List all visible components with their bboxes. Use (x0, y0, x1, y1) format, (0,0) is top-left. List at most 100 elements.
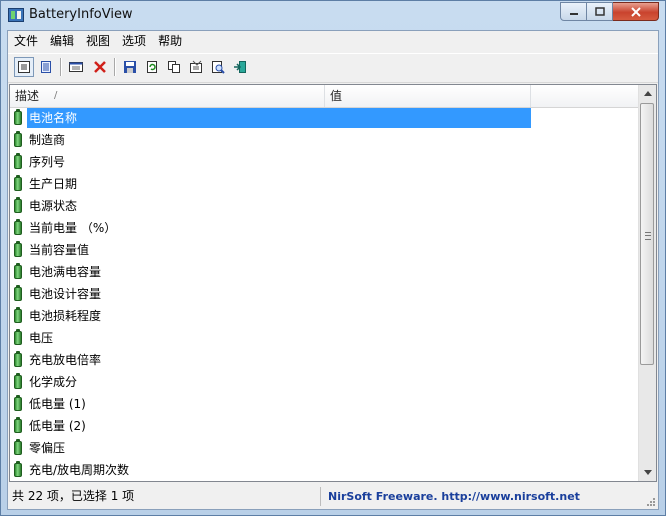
scroll-down-button[interactable] (639, 464, 656, 481)
exit-button[interactable] (230, 57, 250, 77)
html-report-button[interactable] (14, 57, 34, 77)
find-button[interactable] (208, 57, 228, 77)
chevron-up-icon (643, 91, 652, 96)
list-item[interactable]: 低电量 (1) (10, 394, 641, 416)
toolbar (8, 53, 658, 83)
app-window: BatteryInfoView 文件 编辑 视图 选项 帮助 描述 / 值 电池… (0, 0, 666, 516)
list-item[interactable]: 电池名称 (10, 108, 641, 130)
battery-icon (14, 439, 22, 455)
list-item-label: 电压 (29, 331, 54, 345)
save-disk-icon (124, 61, 136, 73)
grip-icon (645, 232, 651, 240)
battery-icon (14, 197, 22, 213)
list-item[interactable]: 当前容量值 (10, 240, 641, 262)
list-item-label: 生产日期 (29, 177, 78, 191)
chevron-down-icon (643, 470, 652, 475)
refresh-button[interactable] (142, 57, 162, 77)
list-item-label: 电池满电容量 (29, 265, 102, 279)
close-button[interactable] (613, 2, 659, 21)
exit-icon (234, 61, 246, 73)
battery-icon (14, 131, 22, 147)
delete-button[interactable] (90, 57, 110, 77)
list-item[interactable]: 零偏压 (10, 438, 641, 460)
properties-icon (190, 60, 202, 73)
column-description-label: 描述 (15, 89, 40, 103)
battery-icon (14, 351, 22, 367)
grid-view-button[interactable] (66, 57, 86, 77)
battery-icon (14, 241, 22, 257)
properties-button[interactable] (186, 57, 206, 77)
list-item-label: 当前容量值 (29, 243, 90, 257)
minimize-button[interactable] (560, 2, 587, 21)
list-item[interactable]: 化学成分 (10, 372, 641, 394)
menu-options[interactable]: 选项 (116, 31, 152, 52)
properties-list-button[interactable] (36, 57, 56, 77)
save-button[interactable] (120, 57, 140, 77)
resize-grip-icon[interactable] (646, 497, 656, 507)
battery-icon (14, 307, 22, 323)
battery-icon (14, 153, 22, 169)
toolbar-separator (60, 58, 62, 76)
list-item-label: 低电量 (2) (29, 419, 86, 433)
list-header: 描述 / 值 (10, 85, 641, 108)
html-report-icon (18, 61, 30, 73)
list-item-label: 制造商 (29, 133, 66, 147)
battery-icon (14, 109, 22, 125)
title-bar[interactable]: BatteryInfoView (1, 1, 665, 30)
battery-icon (14, 263, 22, 279)
list-item[interactable]: 电压 (10, 328, 641, 350)
battery-icon (14, 329, 22, 345)
battery-icon (14, 373, 22, 389)
list-item[interactable]: 电池设计容量 (10, 284, 641, 306)
delete-x-icon (94, 61, 106, 73)
maximize-button[interactable] (587, 2, 613, 21)
sort-indicator: / (54, 90, 58, 101)
status-bar: 共 22 项，已选择 1 项 NirSoft Freeware. http://… (8, 484, 658, 509)
vertical-scrollbar[interactable] (638, 85, 656, 481)
list-item-label: 序列号 (29, 155, 66, 169)
list-item[interactable]: 低电量 (2) (10, 416, 641, 438)
list-item[interactable]: 电源状态 (10, 196, 641, 218)
menu-help[interactable]: 帮助 (152, 31, 188, 52)
menu-file[interactable]: 文件 (8, 31, 44, 52)
list-item-label: 电池设计容量 (29, 287, 102, 301)
menu-edit[interactable]: 编辑 (44, 31, 80, 52)
grid-view-icon (69, 62, 83, 72)
menu-bar: 文件 编辑 视图 选项 帮助 (8, 31, 658, 52)
scroll-up-button[interactable] (639, 85, 656, 102)
minimize-icon (569, 12, 578, 15)
battery-icon (14, 175, 22, 191)
battery-info-list[interactable]: 描述 / 值 电池名称制造商序列号生产日期电源状态当前电量 （%） 当前容量值电池… (9, 84, 657, 482)
battery-icon (14, 461, 22, 477)
battery-icon (14, 417, 22, 433)
client-area: 文件 编辑 视图 选项 帮助 描述 / 值 电池名称 制造商 序列号 生产日期 … (7, 30, 659, 510)
list-item-label: 电池损耗程度 (29, 309, 102, 323)
scroll-thumb[interactable] (640, 103, 654, 365)
battery-icon (14, 219, 22, 235)
column-value-label: 值 (330, 89, 343, 103)
list-item[interactable]: 电池满电容量 (10, 262, 641, 284)
list-item[interactable]: 电池损耗程度 (10, 306, 641, 328)
caption-buttons (560, 2, 659, 21)
column-header-description[interactable]: 描述 / (10, 85, 325, 107)
list-item[interactable]: 制造商 (10, 130, 641, 152)
list-item-label: 电源状态 (29, 199, 78, 213)
copy-icon (168, 61, 180, 73)
column-header-value[interactable]: 值 (325, 85, 531, 107)
list-item-label: 电池名称 (27, 108, 531, 128)
list-item-label: 当前电量 （%） (29, 221, 117, 235)
find-icon (212, 61, 225, 74)
menu-view[interactable]: 视图 (80, 31, 116, 52)
maximize-icon (594, 7, 605, 16)
window-title: BatteryInfoView (29, 7, 133, 22)
list-item[interactable]: 充电/放电周期次数 (10, 460, 641, 481)
list-item-label: 化学成分 (29, 375, 78, 389)
nirsoft-link[interactable]: NirSoft Freeware. http://www.nirsoft.net (328, 487, 580, 506)
list-item[interactable]: 当前电量 （%） (10, 218, 641, 240)
list-item[interactable]: 充电放电倍率 (10, 350, 641, 372)
status-summary: 共 22 项，已选择 1 项 (8, 487, 321, 506)
list-item[interactable]: 序列号 (10, 152, 641, 174)
list-item[interactable]: 生产日期 (10, 174, 641, 196)
copy-button[interactable] (164, 57, 184, 77)
battery-icon (14, 395, 22, 411)
